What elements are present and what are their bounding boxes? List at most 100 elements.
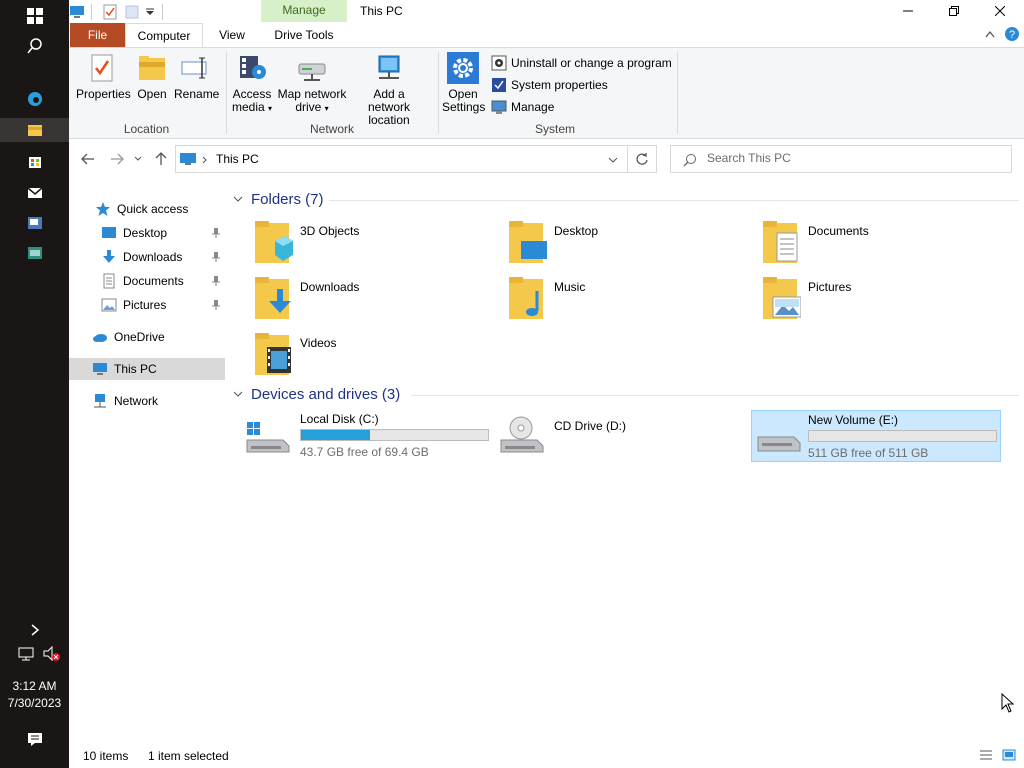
taskbar-app-2[interactable]: [0, 242, 69, 264]
map-network-drive-button[interactable]: Map network drive ▾: [276, 52, 348, 115]
pin-icon[interactable]: [211, 299, 221, 311]
folders-header-text: Folders (7): [251, 191, 324, 208]
edge-icon: [27, 92, 42, 106]
computer-icon: [93, 363, 107, 375]
navigation-bar: This PC: [69, 139, 1024, 179]
nav-downloads[interactable]: Downloads: [69, 246, 225, 268]
system-properties-label: System properties: [511, 78, 608, 92]
nav-network[interactable]: Network: [69, 390, 225, 412]
taskbar-edge[interactable]: [0, 88, 69, 110]
nav-this-pc[interactable]: This PC: [69, 358, 225, 380]
tab-drive-tools[interactable]: Drive Tools: [261, 23, 347, 47]
details-view-icon[interactable]: [979, 749, 993, 761]
restore-button[interactable]: [931, 0, 977, 22]
minimize-ribbon-icon[interactable]: [985, 30, 995, 38]
folder-videos[interactable]: Videos: [229, 331, 469, 383]
nav-downloads-label: Downloads: [123, 250, 183, 264]
pin-icon[interactable]: [211, 251, 221, 263]
address-bar[interactable]: This PC: [175, 145, 657, 173]
drives-group-header[interactable]: Devices and drives (3): [233, 386, 400, 403]
search-input[interactable]: [707, 151, 997, 165]
drive-usage-bar: [300, 429, 489, 441]
drive-e[interactable]: New Volume (E:) 511 GB free of 511 GB: [751, 410, 1001, 462]
folder-3d-objects[interactable]: 3D Objects: [229, 219, 469, 271]
show-hidden-icons[interactable]: [0, 620, 69, 640]
large-icons-view-icon[interactable]: [1002, 749, 1016, 761]
network-status-icon[interactable]: [18, 646, 36, 665]
nav-desktop[interactable]: Desktop: [69, 222, 225, 244]
properties-icon: [91, 54, 113, 82]
forward-button[interactable]: [108, 150, 126, 168]
action-center-button[interactable]: [0, 728, 69, 750]
clock-time: 3:12 AM: [12, 679, 57, 693]
taskbar-clock[interactable]: 3:12 AM 7/30/2023: [0, 678, 69, 712]
pin-icon[interactable]: [211, 275, 221, 287]
folder-pictures[interactable]: Pictures: [737, 275, 977, 327]
taskbar-store[interactable]: [0, 150, 69, 172]
up-button[interactable]: [152, 150, 170, 168]
drive-d[interactable]: CD Drive (D:): [483, 410, 733, 462]
uninstall-program-button[interactable]: Uninstall or change a program: [491, 54, 672, 72]
taskbar-mail[interactable]: [0, 181, 69, 203]
navigation-pane: Quick access Desktop Downloads Documents…: [69, 179, 225, 739]
app-icon: [27, 217, 42, 229]
folder-desktop[interactable]: Desktop: [483, 219, 723, 271]
nav-documents[interactable]: Documents: [69, 270, 225, 292]
properties-button[interactable]: Properties: [76, 52, 131, 101]
volume-muted-icon[interactable]: [42, 645, 62, 665]
open-button[interactable]: Open: [134, 52, 170, 101]
tab-file[interactable]: File: [70, 23, 125, 47]
taskbar-file-explorer[interactable]: [0, 118, 69, 142]
folder-documents[interactable]: Documents: [737, 219, 977, 271]
nav-this-pc-label: This PC: [114, 362, 157, 376]
chevron-down-icon: [134, 156, 142, 161]
add-network-location-button[interactable]: Add a network location: [351, 52, 427, 127]
folder-downloads[interactable]: Downloads: [229, 275, 469, 327]
documents-folder-icon: [763, 221, 798, 263]
access-media-button[interactable]: Access media ▾: [231, 52, 273, 115]
search-button[interactable]: [0, 34, 69, 58]
start-button[interactable]: [0, 4, 69, 28]
back-button[interactable]: [79, 150, 97, 168]
taskbar-app-1[interactable]: [0, 212, 69, 234]
breadcrumb-chevron-icon[interactable]: [202, 156, 208, 164]
recent-locations-button[interactable]: [132, 150, 144, 168]
search-icon: [683, 154, 696, 167]
minimize-icon: [903, 10, 913, 12]
network-icon: [94, 394, 106, 408]
tab-computer[interactable]: Computer: [125, 23, 203, 48]
clock-date: 7/30/2023: [7, 696, 62, 710]
address-dropdown-icon[interactable]: [608, 157, 618, 163]
open-settings-button[interactable]: Open Settings: [442, 52, 485, 114]
drive-name: New Volume (E:): [808, 413, 899, 427]
drives-header-text: Devices and drives (3): [251, 386, 401, 403]
settings-gear-icon: [447, 52, 479, 84]
picture-icon: [101, 298, 117, 312]
rename-button[interactable]: Rename: [174, 52, 219, 101]
pin-icon[interactable]: [211, 227, 221, 239]
title-bar[interactable]: Manage This PC: [69, 0, 1024, 24]
network-drive-icon: [298, 63, 326, 81]
close-button[interactable]: [977, 0, 1023, 22]
tab-view[interactable]: View: [209, 23, 255, 47]
folders-group-header[interactable]: Folders (7): [233, 191, 324, 208]
group-divider: [411, 395, 1019, 396]
folder-music[interactable]: Music: [483, 275, 723, 327]
nav-quick-access[interactable]: Quick access: [69, 198, 225, 220]
system-properties-button[interactable]: System properties: [491, 76, 608, 94]
help-icon[interactable]: ?: [1004, 26, 1020, 42]
refresh-button[interactable]: [627, 145, 657, 173]
downloads-folder-icon: [255, 277, 291, 319]
uninstall-icon: [491, 55, 507, 71]
nav-onedrive[interactable]: OneDrive: [69, 326, 225, 348]
manage-button[interactable]: Manage: [491, 98, 554, 116]
minimize-button[interactable]: [885, 0, 931, 22]
customize-qat-dropdown-icon[interactable]: [145, 8, 155, 24]
chevron-down-icon: [233, 194, 243, 205]
videos-folder-icon: [255, 333, 291, 375]
search-box[interactable]: [670, 145, 1012, 173]
nav-pictures[interactable]: Pictures: [69, 294, 225, 316]
drive-c[interactable]: Local Disk (C:) 43.7 GB free of 69.4 GB: [229, 410, 489, 462]
properties-qat-icon[interactable]: [102, 4, 118, 20]
new-folder-qat-icon[interactable]: [124, 4, 140, 20]
